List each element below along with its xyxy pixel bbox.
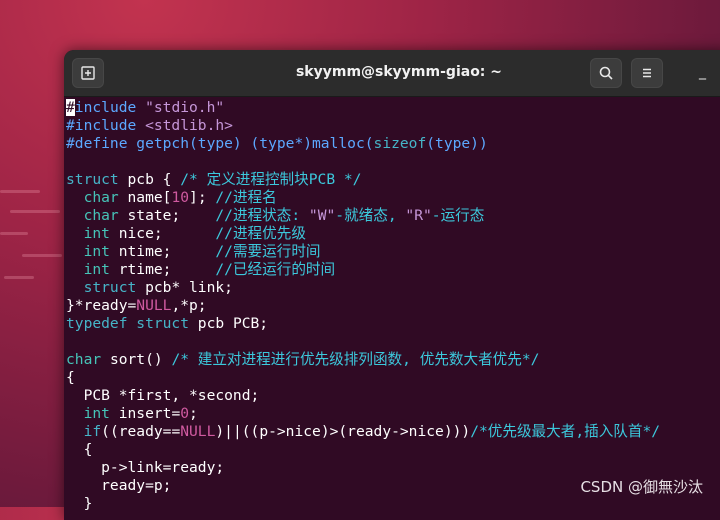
code-token: -运行态	[431, 207, 485, 224]
code-token: //进程名	[215, 189, 277, 206]
code-line: int rtime; //已经运行的时间	[66, 261, 720, 279]
code-line: if((ready==NULL)||((p->nice)>(ready->nic…	[66, 423, 720, 441]
terminal-content[interactable]: #include "stdio.h" #include <stdlib.h> #de…	[64, 97, 720, 520]
code-token: ;	[189, 405, 198, 422]
code-token: NULL	[180, 423, 216, 440]
code-line: p->link=ready;	[66, 459, 720, 477]
code-token: int	[83, 243, 110, 260]
code-token: sizeof	[373, 135, 427, 152]
text-cursor: #	[66, 99, 75, 116]
code-token: #include	[66, 117, 146, 134]
search-button[interactable]	[590, 58, 622, 88]
code-token: "stdio.h"	[145, 99, 225, 116]
code-token: struct	[83, 279, 137, 296]
code-line: #include <stdlib.h>	[66, 117, 720, 135]
code-token: char	[83, 189, 119, 206]
code-token: ntime;	[109, 243, 216, 260]
desktop-wallpaper-dots	[0, 180, 70, 300]
code-token: ((ready==	[101, 423, 181, 440]
code-token: -就绪态,	[335, 207, 406, 224]
code-line: int nice; //进程优先级	[66, 225, 720, 243]
code-line: #define getpch(type) (type*)malloc(sizeo…	[66, 135, 720, 153]
code-line: {	[66, 441, 720, 459]
title-bar: skyymm@skyymm-giao: ~ _	[64, 50, 720, 97]
code-line: }*ready=NULL,*p;	[66, 297, 720, 315]
code-line: }	[66, 495, 720, 513]
code-token: PCB *first, *second;	[66, 387, 260, 404]
code-token: /*优先级最大者,插入队首*/	[470, 423, 661, 440]
code-token: <stdlib.h>	[145, 117, 233, 134]
code-token: ];	[189, 189, 216, 206]
code-token: pcb* link;	[136, 279, 233, 296]
code-token: state;	[118, 207, 216, 224]
code-token: }	[66, 495, 93, 512]
code-token: sort()	[101, 351, 172, 368]
code-token: )||((p->nice)>(ready->nice)))	[215, 423, 471, 440]
code-token: rtime;	[109, 261, 216, 278]
code-token: //已经运行的时间	[215, 261, 336, 278]
code-line: char name[10]; //进程名	[66, 189, 720, 207]
code-token: 0	[180, 405, 190, 422]
code-token: //进程优先级	[215, 225, 306, 242]
code-token: if	[83, 423, 102, 440]
menu-button[interactable]	[631, 58, 663, 88]
code-token: "R"	[405, 207, 432, 224]
code-token: int	[83, 225, 110, 242]
code-token: #define getpch(type) (type*)malloc(	[66, 135, 374, 152]
code-token: char	[83, 207, 119, 224]
hamburger-menu-icon	[643, 68, 651, 78]
code-token: int	[83, 405, 110, 422]
terminal-window: skyymm@skyymm-giao: ~ _ #include "stdio.…	[64, 50, 720, 520]
code-line: typedef struct pcb PCB;	[66, 315, 720, 333]
code-token: {	[66, 441, 93, 458]
code-token: nice;	[109, 225, 216, 242]
code-token: ,*p;	[171, 297, 207, 314]
code-token: //进程状态:	[215, 207, 309, 224]
code-line: {	[66, 369, 720, 387]
code-token: typedef struct	[66, 315, 190, 332]
code-token: "W"	[308, 207, 336, 224]
minimize-button[interactable]: _	[699, 64, 706, 80]
code-line: char state; //进程状态: "W"-就绪态, "R"-运行态	[66, 207, 720, 225]
code-line: #include "stdio.h"	[66, 99, 720, 117]
search-icon	[599, 66, 613, 80]
code-token: NULL	[136, 297, 172, 314]
code-token: {	[66, 369, 75, 386]
code-token: name[	[118, 189, 172, 206]
code-token: ready=p;	[66, 477, 172, 494]
code-token: insert=	[109, 405, 181, 422]
code-token: struct	[66, 171, 119, 188]
code-line: PCB *first, *second;	[66, 387, 720, 405]
code-token: pcb PCB;	[189, 315, 269, 332]
code-token: //需要运行时间	[215, 243, 321, 260]
code-token: }*ready=	[66, 297, 137, 314]
watermark: CSDN @御無沙汰	[580, 478, 703, 496]
code-token: char	[66, 351, 102, 368]
code-token: (type))	[426, 135, 488, 152]
code-line: int insert=0;	[66, 405, 720, 423]
code-token: 10	[171, 189, 190, 206]
code-token: int	[83, 261, 110, 278]
code-token: /* 定义进程控制块PCB */	[180, 171, 362, 188]
code-token: /* 建立对进程进行优先级排列函数, 优先数大者优先*/	[171, 351, 540, 368]
code-line: char sort() /* 建立对进程进行优先级排列函数, 优先数大者优先*/	[66, 351, 720, 369]
code-token: p->link=ready;	[66, 459, 225, 476]
code-token: include	[74, 99, 146, 116]
code-token: pcb {	[118, 171, 181, 188]
code-line: struct pcb { /* 定义进程控制块PCB */	[66, 171, 720, 189]
code-line: int ntime; //需要运行时间	[66, 243, 720, 261]
code-line: struct pcb* link;	[66, 279, 720, 297]
